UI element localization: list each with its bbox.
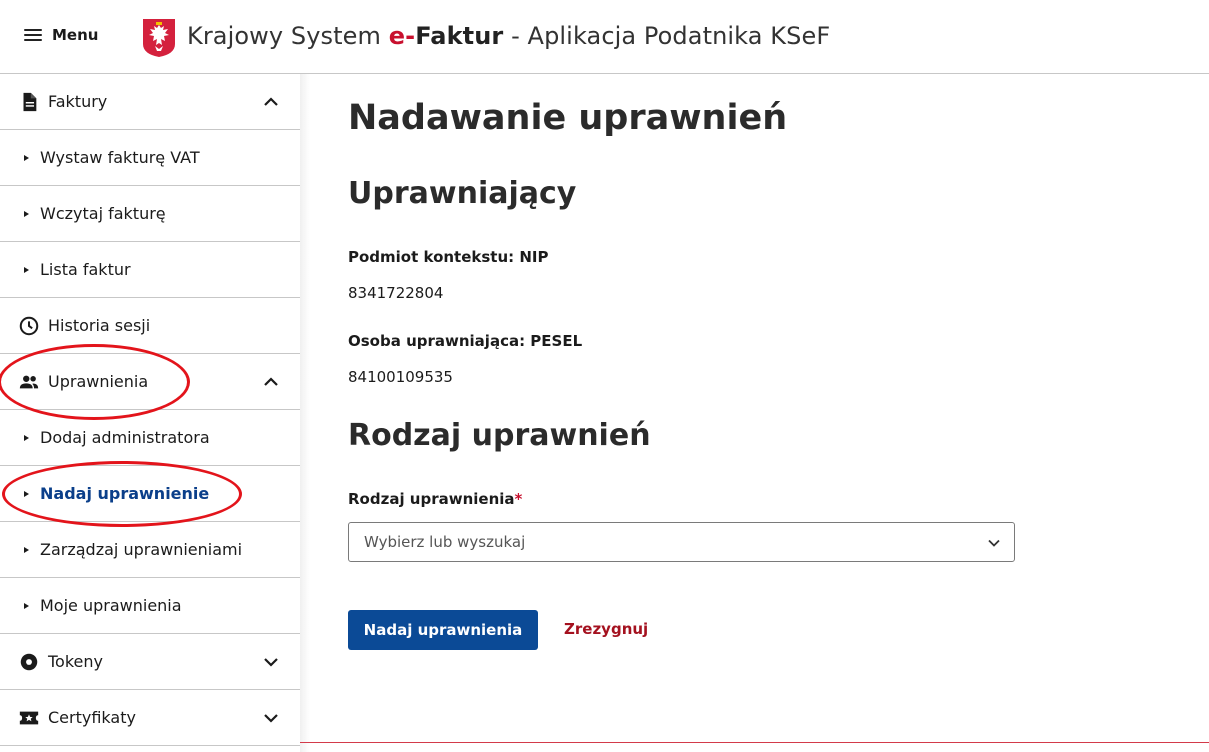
- bullet-triangle-icon: [24, 491, 29, 497]
- chevron-up-icon: [264, 377, 278, 386]
- polish-eagle-logo-icon: [143, 19, 175, 57]
- sidebar-item-tokeny[interactable]: Tokeny: [0, 634, 300, 690]
- sidebar-item-faktury[interactable]: Faktury: [0, 74, 300, 130]
- bullet-triangle-icon: [24, 211, 29, 217]
- app-title: Krajowy System e-Faktur - Aplikacja Poda…: [187, 22, 830, 50]
- sidebar-item-historia-sesji[interactable]: Historia sesji: [0, 298, 300, 354]
- sidebar-item-label: Wczytaj fakturę: [40, 204, 166, 223]
- title-prefix: Krajowy System: [187, 22, 389, 50]
- sidebar-item-label: Historia sesji: [48, 316, 151, 335]
- menu-label: Menu: [52, 26, 99, 44]
- bullet-triangle-icon: [24, 603, 29, 609]
- sidebar-item-label: Wystaw fakturę VAT: [40, 148, 200, 167]
- sidebar-item-label: Zarządzaj uprawnieniami: [40, 540, 243, 559]
- permission-type-label-text: Rodzaj uprawnienia: [348, 490, 515, 508]
- sidebar-nav: Faktury Wystaw fakturę VAT Wczytaj faktu…: [0, 74, 300, 752]
- sidebar-divider: [300, 74, 310, 752]
- sidebar-item-lista-faktur[interactable]: Lista faktur: [0, 242, 300, 298]
- people-icon: [19, 375, 39, 389]
- bullet-triangle-icon: [24, 547, 29, 553]
- footer-divider: [300, 742, 1209, 743]
- sidebar-item-moje-uprawnienia[interactable]: Moje uprawnienia: [0, 578, 300, 634]
- sidebar-item-label: Faktury: [48, 92, 108, 111]
- permission-type-label: Rodzaj uprawnienia*: [348, 490, 522, 508]
- token-icon: [20, 653, 38, 671]
- chevron-down-icon: [264, 714, 278, 723]
- select-placeholder: Wybierz lub wyszukaj: [364, 533, 526, 551]
- sidebar-item-zarzadzaj-uprawnieniami[interactable]: Zarządzaj uprawnieniami: [0, 522, 300, 578]
- document-icon: [23, 92, 37, 112]
- permission-type-select[interactable]: Wybierz lub wyszukaj: [348, 522, 1015, 562]
- sidebar-item-label: Nadaj uprawnienie: [40, 484, 210, 503]
- title-faktur: Faktur: [415, 22, 504, 50]
- context-value: 8341722804: [348, 284, 444, 302]
- menu-button[interactable]: Menu: [24, 26, 98, 44]
- page-title: Nadawanie uprawnień: [348, 98, 788, 138]
- sidebar-item-uprawnienia[interactable]: Uprawnienia: [0, 354, 300, 410]
- bullet-triangle-icon: [24, 435, 29, 441]
- app-header: Menu Krajowy System e-Faktur - Aplikacja…: [0, 0, 1209, 74]
- title-e: e-: [388, 22, 416, 50]
- sidebar-item-label: Certyfikaty: [48, 708, 136, 727]
- cancel-link[interactable]: Zrezygnuj: [564, 620, 648, 638]
- bullet-triangle-icon: [24, 155, 29, 161]
- sidebar-item-label: Dodaj administratora: [40, 428, 210, 447]
- chevron-up-icon: [264, 97, 278, 106]
- certificate-icon: [19, 711, 39, 725]
- chevron-down-icon: [988, 539, 1000, 547]
- chevron-down-icon: [264, 658, 278, 667]
- sidebar-item-certyfikaty[interactable]: Certyfikaty: [0, 690, 300, 746]
- sidebar-item-label: Moje uprawnienia: [40, 596, 182, 615]
- required-mark: *: [514, 490, 523, 508]
- sidebar-item-label: Uprawnienia: [48, 372, 149, 391]
- section-heading-grantor: Uprawniający: [348, 176, 577, 211]
- clock-icon: [19, 316, 39, 336]
- section-heading-type: Rodzaj uprawnień: [348, 418, 651, 453]
- context-label: Podmiot kontekstu: NIP: [348, 248, 549, 266]
- sidebar-item-dodaj-administratora[interactable]: Dodaj administratora: [0, 410, 300, 466]
- person-value: 84100109535: [348, 368, 453, 386]
- hamburger-icon: [24, 28, 42, 42]
- bullet-triangle-icon: [24, 267, 29, 273]
- sidebar-item-label: Lista faktur: [40, 260, 131, 279]
- sidebar-item-wczytaj-fakture[interactable]: Wczytaj fakturę: [0, 186, 300, 242]
- grant-permissions-button[interactable]: Nadaj uprawnienia: [348, 610, 538, 650]
- person-label: Osoba uprawniająca: PESEL: [348, 332, 583, 350]
- sidebar-item-nadaj-uprawnienie[interactable]: Nadaj uprawnienie: [0, 466, 300, 522]
- title-suffix: - Aplikacja Podatnika KSeF: [503, 22, 831, 50]
- sidebar-item-label: Tokeny: [48, 652, 103, 671]
- sidebar-item-wystaw-fakture[interactable]: Wystaw fakturę VAT: [0, 130, 300, 186]
